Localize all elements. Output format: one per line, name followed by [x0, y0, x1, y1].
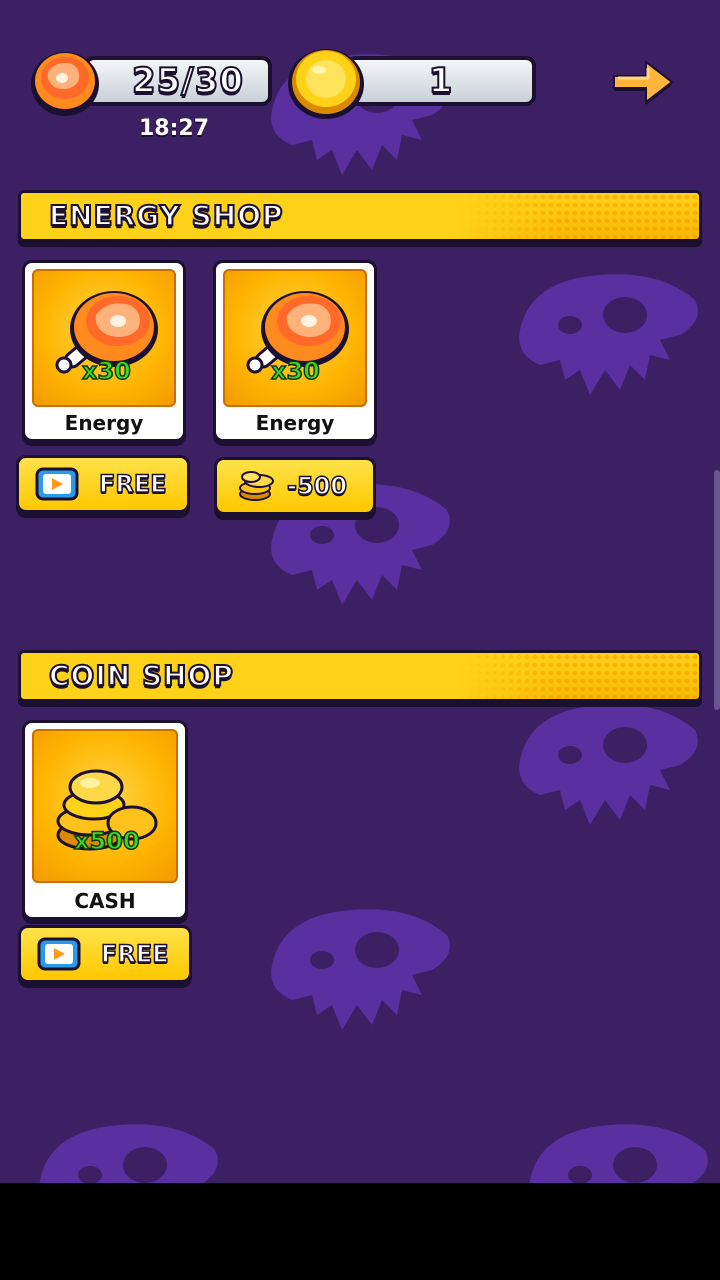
coin-shop-banner: COIN SHOP	[18, 650, 702, 702]
energy-counter: 25/30	[84, 56, 272, 106]
coin-icon	[288, 49, 364, 119]
energy-value: 25/30	[131, 60, 245, 102]
quantity-label: x30	[270, 356, 320, 386]
button-label: -500	[286, 471, 348, 501]
dino-skull-decoration	[271, 909, 450, 1030]
video-ad-icon	[37, 937, 81, 971]
dino-skull-decoration	[519, 274, 698, 395]
item-label: Energy	[64, 411, 144, 435]
free-video-button[interactable]: FREE	[16, 455, 190, 513]
buy-with-coins-button[interactable]: -500	[214, 457, 376, 515]
quantity-label: x500	[73, 826, 140, 856]
coin-stack-icon	[239, 471, 274, 501]
energy-timer: 18:27	[138, 116, 210, 141]
cash-item-image: x500	[32, 729, 178, 883]
button-label: FREE	[98, 469, 167, 499]
shop-screen: 25/30 18:27 1 ENERGY SHOP x30 Energy FRE…	[0, 0, 720, 1183]
quantity-label: x30	[81, 356, 131, 386]
energy-item-image: x30	[32, 269, 176, 407]
coin-counter: 1	[346, 56, 536, 106]
coin-value: 1	[428, 60, 454, 102]
scrollbar[interactable]	[714, 470, 720, 710]
coin-shop-title: COIN SHOP	[48, 658, 234, 693]
dino-skull-decoration	[529, 1124, 708, 1183]
next-arrow-button[interactable]	[608, 56, 678, 108]
video-ad-icon	[35, 467, 79, 501]
energy-item-card[interactable]: x30 Energy	[22, 260, 186, 442]
dino-skull-decoration	[519, 704, 698, 825]
dino-skull-decoration	[39, 1124, 218, 1183]
system-nav-bar	[0, 1183, 720, 1280]
meat-energy-icon	[31, 52, 99, 116]
cash-item-card[interactable]: x500 CASH	[22, 720, 188, 920]
free-video-button[interactable]: FREE	[18, 925, 192, 983]
button-label: FREE	[100, 939, 169, 969]
energy-shop-banner: ENERGY SHOP	[18, 190, 702, 242]
item-label: CASH	[74, 889, 136, 913]
energy-shop-title: ENERGY SHOP	[48, 198, 284, 233]
energy-item-card[interactable]: x30 Energy	[213, 260, 377, 442]
item-label: Energy	[255, 411, 335, 435]
energy-item-image: x30	[223, 269, 367, 407]
